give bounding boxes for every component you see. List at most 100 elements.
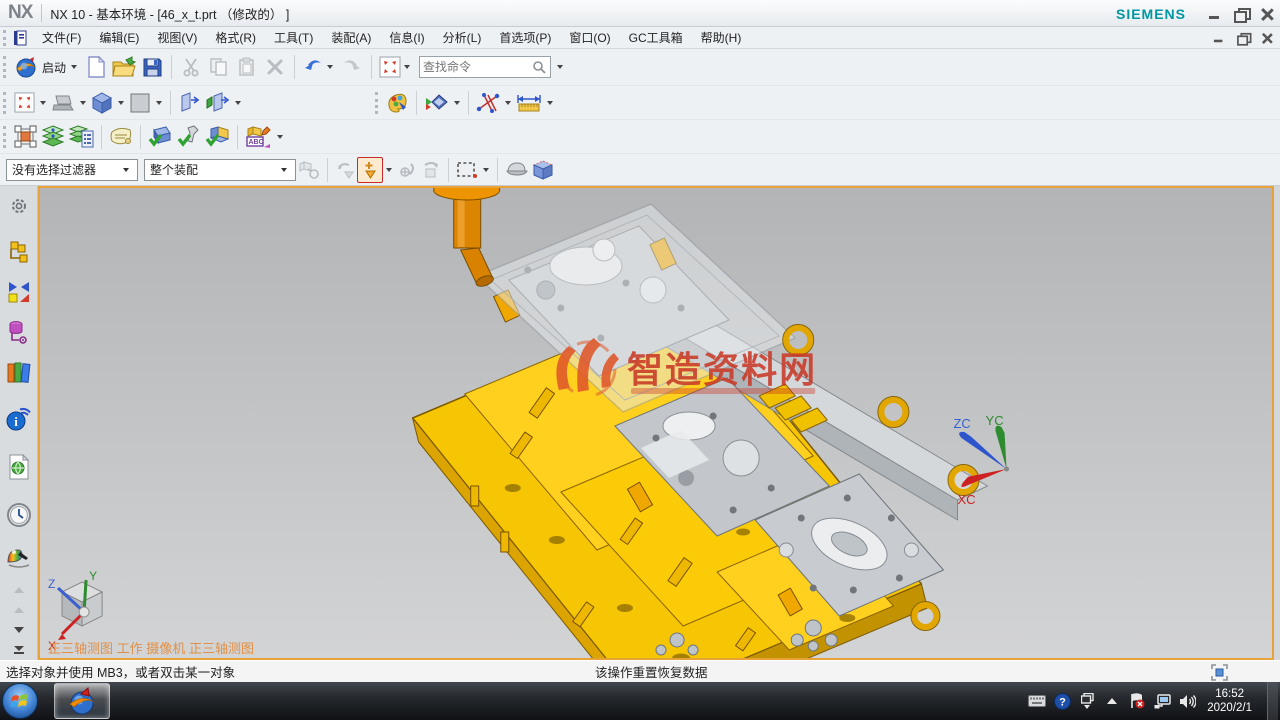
- menu-file[interactable]: 文件(F): [33, 26, 90, 49]
- system-materials-button[interactable]: [6, 546, 32, 570]
- annotation-button[interactable]: [107, 124, 135, 150]
- command-finder[interactable]: [419, 56, 551, 78]
- copy-button[interactable]: [205, 53, 233, 81]
- volume-tray-icon[interactable]: [1178, 690, 1196, 712]
- highlight-visor-button[interactable]: [503, 157, 530, 183]
- section-dropdown-icon[interactable]: [235, 101, 241, 105]
- paste-button[interactable]: [233, 53, 261, 81]
- menubar-grip[interactable]: [3, 30, 7, 46]
- show-hide-dropdown-icon[interactable]: [454, 101, 460, 105]
- fit-dropdown-icon[interactable]: [40, 101, 46, 105]
- clip-window-button[interactable]: [1211, 664, 1228, 684]
- internet-button[interactable]: i: [6, 406, 32, 432]
- snap-point-button[interactable]: [357, 157, 383, 183]
- window-style-dropdown-icon[interactable]: [80, 101, 86, 105]
- menu-window[interactable]: 窗口(O): [560, 26, 619, 49]
- graphics-window[interactable]: 智造资料网 ZC YC XC: [38, 186, 1274, 660]
- start-menu-button[interactable]: 启动: [12, 53, 82, 81]
- menu-information[interactable]: 信息(I): [380, 26, 433, 49]
- network-tray-icon[interactable]: [1153, 690, 1171, 712]
- snap-dropdown-icon[interactable]: [386, 168, 392, 172]
- rotate-point-button[interactable]: [395, 157, 419, 183]
- menu-format[interactable]: 格式(R): [206, 26, 265, 49]
- constraint-navigator-button[interactable]: [6, 280, 32, 304]
- menu-assembly[interactable]: 装配(A): [322, 26, 380, 49]
- window-tray-icon[interactable]: [1078, 690, 1096, 712]
- validate-tool-button[interactable]: [174, 124, 203, 150]
- reuse-library-button[interactable]: [6, 360, 32, 384]
- prev-selection-button[interactable]: [333, 157, 357, 183]
- part-navigator-button[interactable]: [6, 320, 32, 344]
- open-file-button[interactable]: [110, 53, 138, 81]
- show-desktop-button[interactable]: [1267, 682, 1278, 720]
- true-shading-button[interactable]: [384, 90, 411, 116]
- menu-tools[interactable]: 工具(T): [265, 26, 322, 49]
- menu-preferences[interactable]: 首选项(P): [490, 26, 560, 49]
- measure-dropdown-icon[interactable]: [547, 101, 553, 105]
- quick-dimension-button[interactable]: [474, 90, 502, 116]
- undo-button[interactable]: [300, 53, 338, 81]
- child-close-button[interactable]: [1261, 32, 1273, 42]
- help-tray-icon[interactable]: ?: [1053, 690, 1071, 712]
- toolbar-grip[interactable]: [3, 56, 7, 78]
- window-style-button[interactable]: [49, 90, 77, 116]
- show-hidden-icons-button[interactable]: [1103, 690, 1121, 712]
- quick-dimension-dropdown-icon[interactable]: [505, 101, 511, 105]
- restore-button[interactable]: [1234, 8, 1248, 20]
- action-center-icon[interactable]: [1128, 690, 1146, 712]
- resource-scroll-up[interactable]: [6, 580, 32, 600]
- edit-section-button[interactable]: [203, 90, 232, 116]
- start-button[interactable]: [2, 683, 38, 719]
- render-style-button[interactable]: [89, 90, 115, 116]
- new-file-button[interactable]: [82, 53, 110, 81]
- select-assembly-button[interactable]: [296, 157, 322, 183]
- menu-gc-toolbox[interactable]: GC工具箱: [620, 26, 692, 49]
- close-button[interactable]: [1260, 8, 1274, 20]
- validate-assembly-button[interactable]: [203, 124, 232, 150]
- history-button[interactable]: [6, 502, 32, 528]
- selection-scope-dropdown[interactable]: 整个装配: [144, 159, 296, 181]
- menu-view[interactable]: 视图(V): [148, 26, 206, 49]
- child-restore-button[interactable]: [1237, 32, 1249, 42]
- command-search-input[interactable]: [423, 60, 532, 74]
- nx-taskbar-button[interactable]: [54, 683, 110, 719]
- attributes-button[interactable]: ABC: [243, 124, 274, 150]
- render-style-dropdown-icon[interactable]: [118, 101, 124, 105]
- assembly-navigator-button[interactable]: [6, 240, 32, 264]
- toolbar-grip[interactable]: [3, 126, 7, 148]
- web-browser-button[interactable]: [6, 454, 32, 480]
- background-dropdown-icon[interactable]: [156, 101, 162, 105]
- snapshot-button[interactable]: [12, 124, 39, 150]
- background-button[interactable]: [127, 90, 153, 116]
- layer-settings-button[interactable]: [39, 124, 67, 150]
- marquee-dropdown-icon[interactable]: [483, 168, 489, 172]
- toolbar-grip[interactable]: [375, 92, 379, 114]
- search-dropdown-icon[interactable]: [557, 65, 563, 69]
- marquee-select-button[interactable]: [454, 157, 480, 183]
- keyboard-tray-icon[interactable]: [1028, 690, 1046, 712]
- attributes-dropdown-icon[interactable]: [277, 135, 283, 139]
- measure-distance-button[interactable]: [514, 90, 544, 116]
- menu-edit[interactable]: 编辑(E): [90, 26, 148, 49]
- minimize-button[interactable]: [1208, 8, 1222, 20]
- menu-help[interactable]: 帮助(H): [692, 26, 751, 49]
- menu-analysis[interactable]: 分析(L): [434, 26, 491, 49]
- resource-scroll-bottom[interactable]: [6, 640, 32, 660]
- taskbar-clock[interactable]: 16:52 2020/2/1: [1207, 687, 1252, 716]
- touch-mode-button[interactable]: [377, 53, 415, 81]
- show-hide-button[interactable]: [422, 90, 451, 116]
- validate-block-button[interactable]: [146, 124, 174, 150]
- section-view-button[interactable]: [176, 90, 203, 116]
- selection-filter-dropdown[interactable]: 没有选择过滤器: [6, 159, 138, 181]
- child-minimize-button[interactable]: [1213, 32, 1225, 42]
- resource-scroll-up2[interactable]: [6, 600, 32, 620]
- roles-button[interactable]: [6, 196, 32, 216]
- cut-button[interactable]: [177, 53, 205, 81]
- delete-button[interactable]: [261, 53, 289, 81]
- fit-view-button[interactable]: [12, 90, 37, 116]
- deselect-button[interactable]: [419, 157, 443, 183]
- layer-category-button[interactable]: [67, 124, 96, 150]
- save-button[interactable]: [138, 53, 166, 81]
- resource-scroll-down[interactable]: [6, 620, 32, 640]
- shaded-object-button[interactable]: [530, 157, 556, 183]
